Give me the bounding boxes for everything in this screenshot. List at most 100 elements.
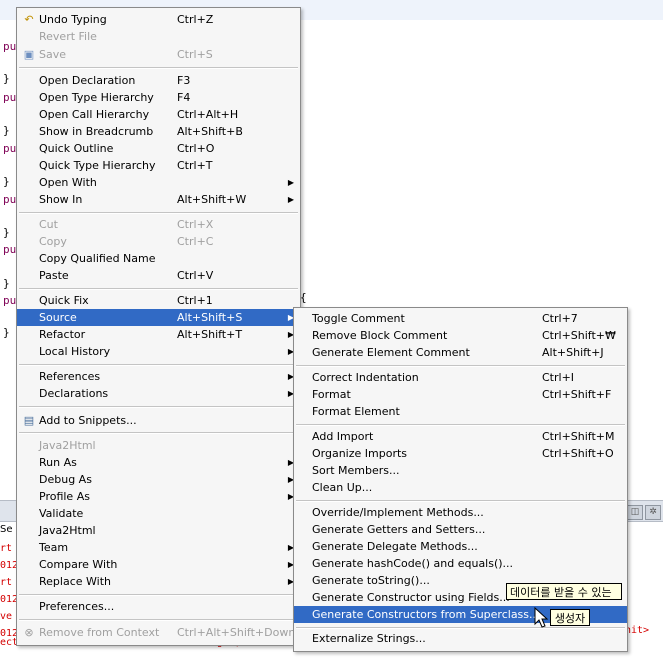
menu-item-quick-type-hierarchy[interactable]: Quick Type Hierarchy Ctrl+T	[17, 157, 300, 174]
menu-item-label: Run As	[39, 456, 77, 469]
menu-item-copy[interactable]: Copy Ctrl+C	[17, 233, 300, 250]
menu-item-profile-as[interactable]: Profile As ▶	[17, 488, 300, 505]
menu-item-label: Remove from Context	[39, 626, 160, 639]
code-line: pu	[3, 91, 17, 104]
submenu-item-generate-hashcode-equals[interactable]: Generate hashCode() and equals()...	[294, 555, 627, 572]
code-line: }	[3, 326, 10, 339]
menu-item-source[interactable]: Source Alt+Shift+S ▶	[17, 309, 300, 326]
annotation-tooltip: 데이터를 받을 수 있는	[506, 583, 622, 600]
menu-item-copy-qualified-name[interactable]: Copy Qualified Name	[17, 250, 300, 267]
annotation-tooltip-secondary: 생성자	[550, 609, 590, 626]
menu-item-local-history[interactable]: Local History ▶	[17, 343, 300, 360]
menu-item-open-type-hierarchy[interactable]: Open Type Hierarchy F4	[17, 89, 300, 106]
menu-item-label: Generate Element Comment	[312, 346, 470, 359]
menu-item-quick-fix[interactable]: Quick Fix Ctrl+1	[17, 292, 300, 309]
menu-item-cut[interactable]: Cut Ctrl+X	[17, 216, 300, 233]
menu-item-save[interactable]: ▣ Save Ctrl+S	[17, 46, 300, 63]
pin-icon[interactable]: ◫	[627, 505, 643, 520]
submenu-item-generate-element-comment[interactable]: Generate Element Comment Alt+Shift+J	[294, 344, 627, 361]
menu-item-replace-with[interactable]: Replace With ▶	[17, 573, 300, 590]
submenu-item-generate-getters-setters[interactable]: Generate Getters and Setters...	[294, 521, 627, 538]
menu-item-declarations[interactable]: Declarations ▶	[17, 385, 300, 402]
submenu-item-format[interactable]: Format Ctrl+Shift+F	[294, 386, 627, 403]
menu-item-label: Show in Breadcrumb	[39, 125, 154, 138]
submenu-item-clean-up[interactable]: Clean Up...	[294, 479, 627, 496]
console-line-tail: nit>	[625, 625, 650, 636]
menu-item-label: Generate Delegate Methods...	[312, 540, 478, 553]
menu-item-references[interactable]: References ▶	[17, 368, 300, 385]
menu-separator	[19, 432, 298, 434]
menu-item-validate[interactable]: Validate	[17, 505, 300, 522]
menu-item-remove-from-context[interactable]: ⊗ Remove from Context Ctrl+Alt+Shift+Dow…	[17, 624, 300, 641]
menu-separator	[19, 212, 298, 214]
source-submenu: Toggle Comment Ctrl+7 Remove Block Comme…	[293, 307, 628, 652]
menu-item-accel: Alt+Shift+J	[542, 346, 604, 359]
submenu-item-generate-delegate-methods[interactable]: Generate Delegate Methods...	[294, 538, 627, 555]
code-line: }	[3, 124, 10, 137]
submenu-item-toggle-comment[interactable]: Toggle Comment Ctrl+7	[294, 310, 627, 327]
menu-item-refactor[interactable]: Refactor Alt+Shift+T ▶	[17, 326, 300, 343]
menu-item-quick-outline[interactable]: Quick Outline Ctrl+O	[17, 140, 300, 157]
menu-item-label: Revert File	[39, 30, 97, 43]
menu-item-accel: Ctrl+Shift+F	[542, 388, 612, 401]
menu-item-label: Paste	[39, 269, 69, 282]
code-line: pu	[3, 294, 17, 307]
menu-item-label: Replace With	[39, 575, 111, 588]
menu-separator	[296, 627, 625, 629]
menu-item-accel: Ctrl+T	[177, 159, 213, 172]
submenu-item-override-implement-methods[interactable]: Override/Implement Methods...	[294, 504, 627, 521]
save-icon: ▣	[23, 48, 35, 61]
menu-separator	[19, 594, 298, 596]
menu-item-label: Quick Fix	[39, 294, 89, 307]
menu-item-accel: F3	[177, 74, 191, 87]
menu-item-undo-typing[interactable]: ↶ Undo Typing Ctrl+Z	[17, 11, 300, 28]
menu-item-label: Declarations	[39, 387, 109, 400]
menu-item-label: Compare With	[39, 558, 118, 571]
menu-separator	[296, 500, 625, 502]
menu-item-accel: Ctrl+Shift+M	[542, 430, 615, 443]
menu-item-java2html[interactable]: Java2Html	[17, 522, 300, 539]
submenu-item-externalize-strings[interactable]: Externalize Strings...	[294, 630, 627, 647]
menu-item-open-call-hierarchy[interactable]: Open Call Hierarchy Ctrl+Alt+H	[17, 106, 300, 123]
menu-item-label: Open Call Hierarchy	[39, 108, 150, 121]
menu-item-open-declaration[interactable]: Open Declaration F3	[17, 72, 300, 89]
menu-item-preferences[interactable]: Preferences...	[17, 598, 300, 615]
menu-item-add-to-snippets[interactable]: ▤ Add to Snippets...	[17, 412, 300, 429]
submenu-item-correct-indentation[interactable]: Correct Indentation Ctrl+I	[294, 369, 627, 386]
remove-context-icon: ⊗	[24, 626, 34, 639]
menu-item-accel: Ctrl+X	[177, 218, 214, 231]
menu-item-show-in-breadcrumb[interactable]: Show in Breadcrumb Alt+Shift+B	[17, 123, 300, 140]
menu-item-compare-with[interactable]: Compare With ▶	[17, 556, 300, 573]
menu-item-label: Generate Getters and Setters...	[312, 523, 486, 536]
menu-item-debug-as[interactable]: Debug As ▶	[17, 471, 300, 488]
settings-icon[interactable]: ✲	[645, 505, 661, 520]
submenu-item-add-import[interactable]: Add Import Ctrl+Shift+M	[294, 428, 627, 445]
code-line: pu	[3, 142, 17, 155]
menu-item-accel: F4	[177, 91, 191, 104]
menu-item-show-in[interactable]: Show In Alt+Shift+W ▶	[17, 191, 300, 208]
menu-item-team[interactable]: Team ▶	[17, 539, 300, 556]
menu-item-label: Copy	[39, 235, 67, 248]
submenu-item-sort-members[interactable]: Sort Members...	[294, 462, 627, 479]
menu-item-label: Open With	[39, 176, 97, 189]
menu-item-open-with[interactable]: Open With ▶	[17, 174, 300, 191]
menu-item-revert-file[interactable]: Revert File	[17, 28, 300, 45]
menu-item-accel: Ctrl+1	[177, 294, 213, 307]
menu-item-accel: Alt+Shift+T	[177, 328, 243, 341]
submenu-item-format-element[interactable]: Format Element	[294, 403, 627, 420]
menu-item-accel: Ctrl+Shift+₩	[542, 329, 616, 342]
menu-item-label: Toggle Comment	[312, 312, 405, 325]
menu-item-label: Team	[39, 541, 69, 554]
submenu-item-remove-block-comment[interactable]: Remove Block Comment Ctrl+Shift+₩	[294, 327, 627, 344]
menu-item-accel: Ctrl+Shift+O	[542, 447, 614, 460]
code-line: pu	[3, 243, 17, 256]
menu-item-run-as[interactable]: Run As ▶	[17, 454, 300, 471]
menu-item-paste[interactable]: Paste Ctrl+V	[17, 267, 300, 284]
console-tab[interactable]: Se	[0, 524, 13, 535]
editor-context-menu: ↶ Undo Typing Ctrl+Z Revert File ▣ Save …	[16, 7, 301, 646]
code-line: }	[3, 226, 10, 239]
menu-item-accel: Alt+Shift+W	[177, 193, 247, 206]
menu-item-accel: Ctrl+I	[542, 371, 575, 384]
menu-item-java2html-disabled[interactable]: Java2Html	[17, 437, 300, 454]
submenu-item-organize-imports[interactable]: Organize Imports Ctrl+Shift+O	[294, 445, 627, 462]
